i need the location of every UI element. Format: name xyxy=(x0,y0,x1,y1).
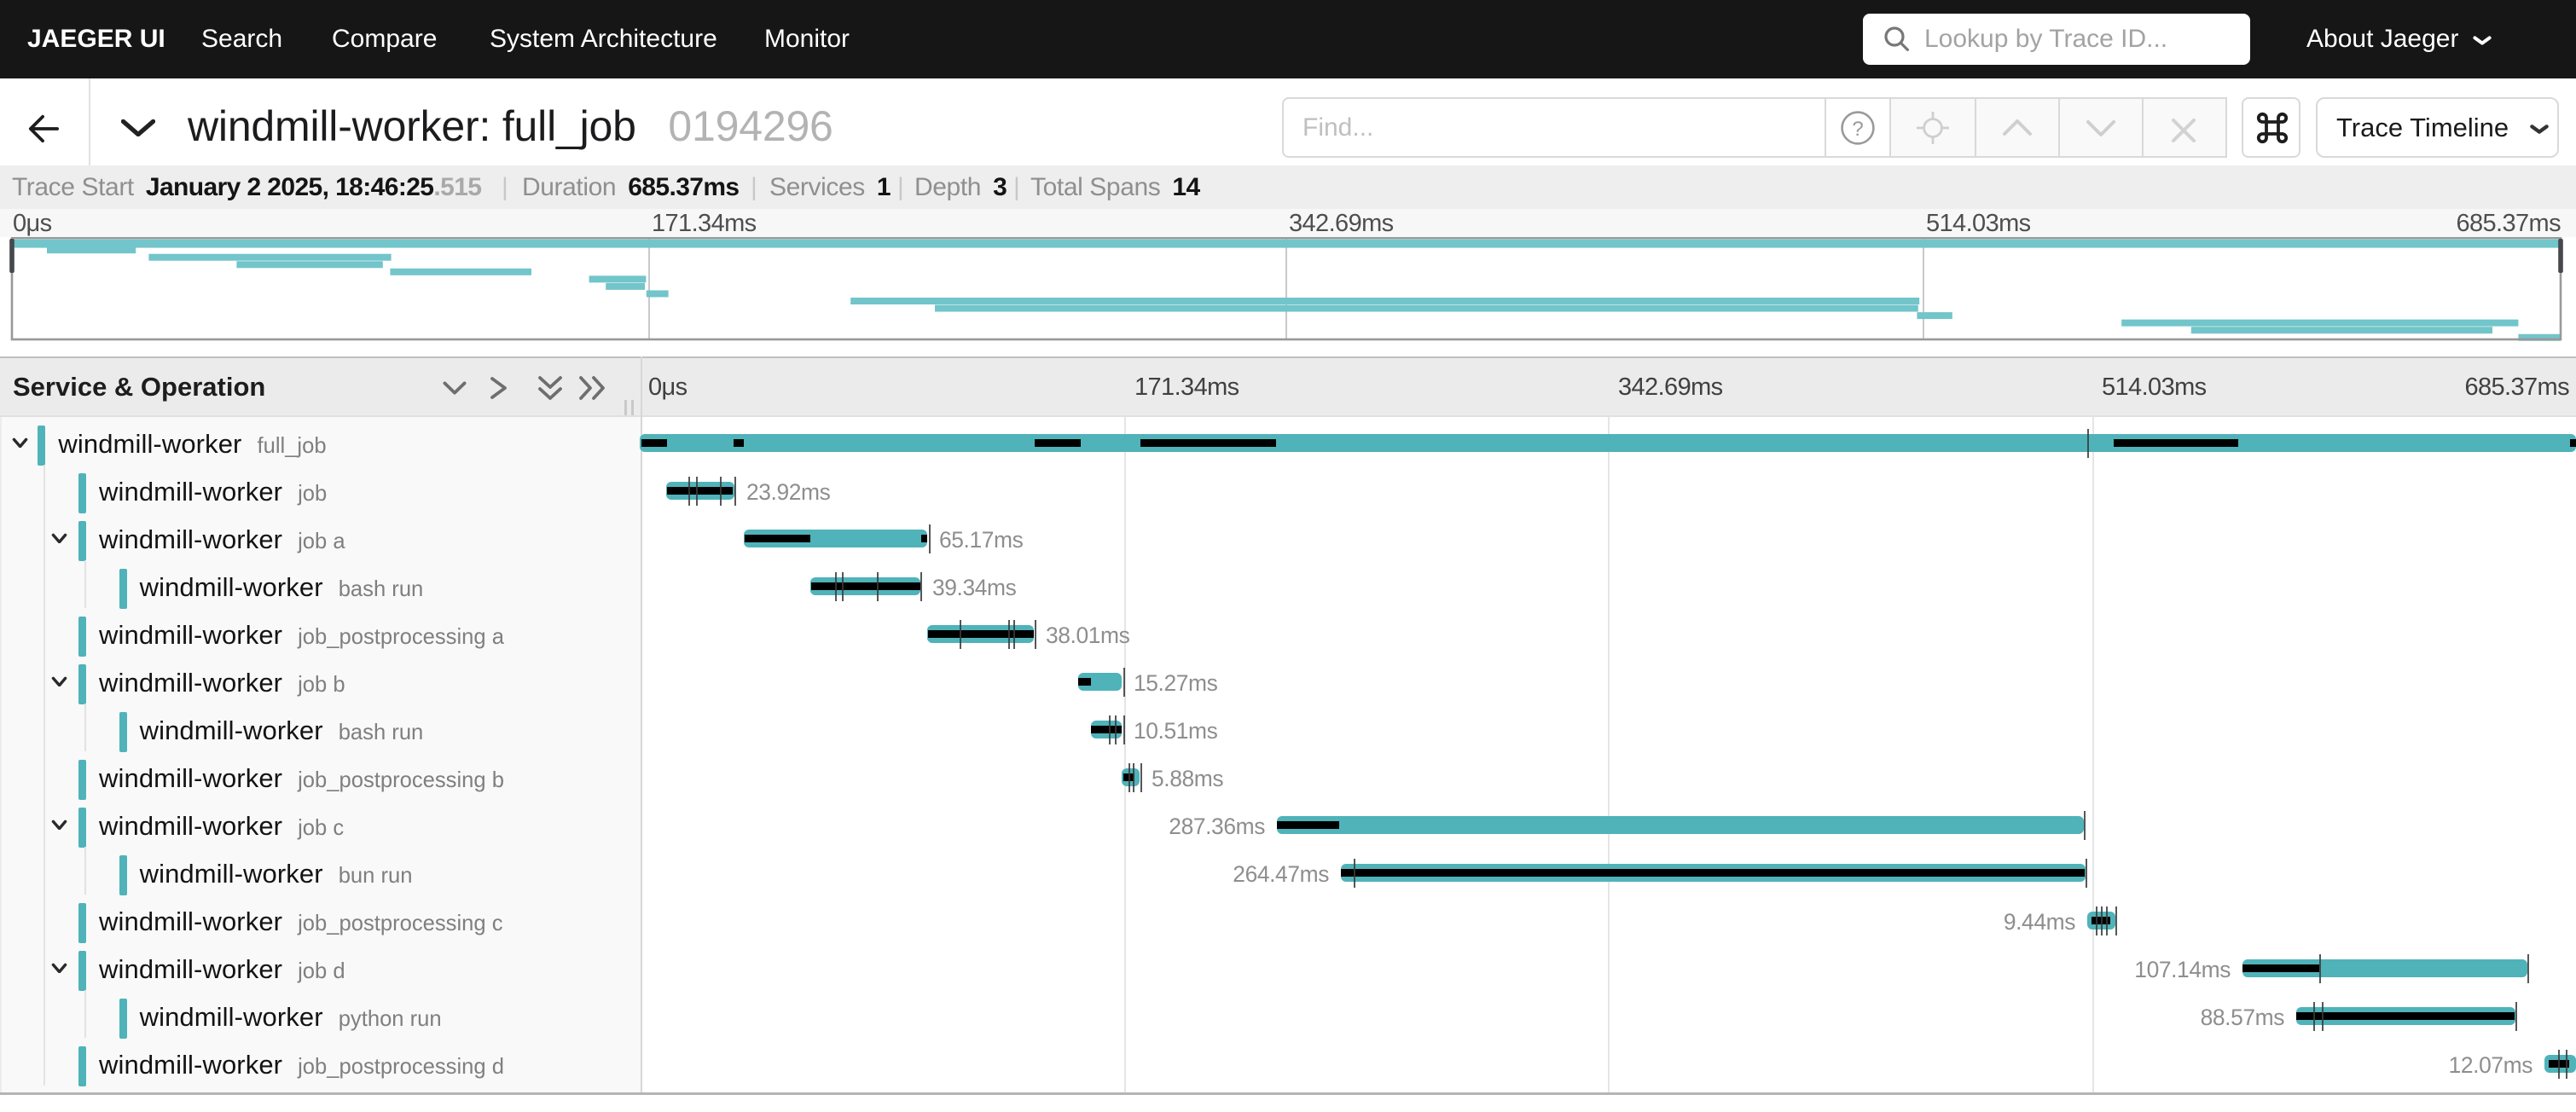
svg-text:?: ? xyxy=(1852,118,1863,141)
